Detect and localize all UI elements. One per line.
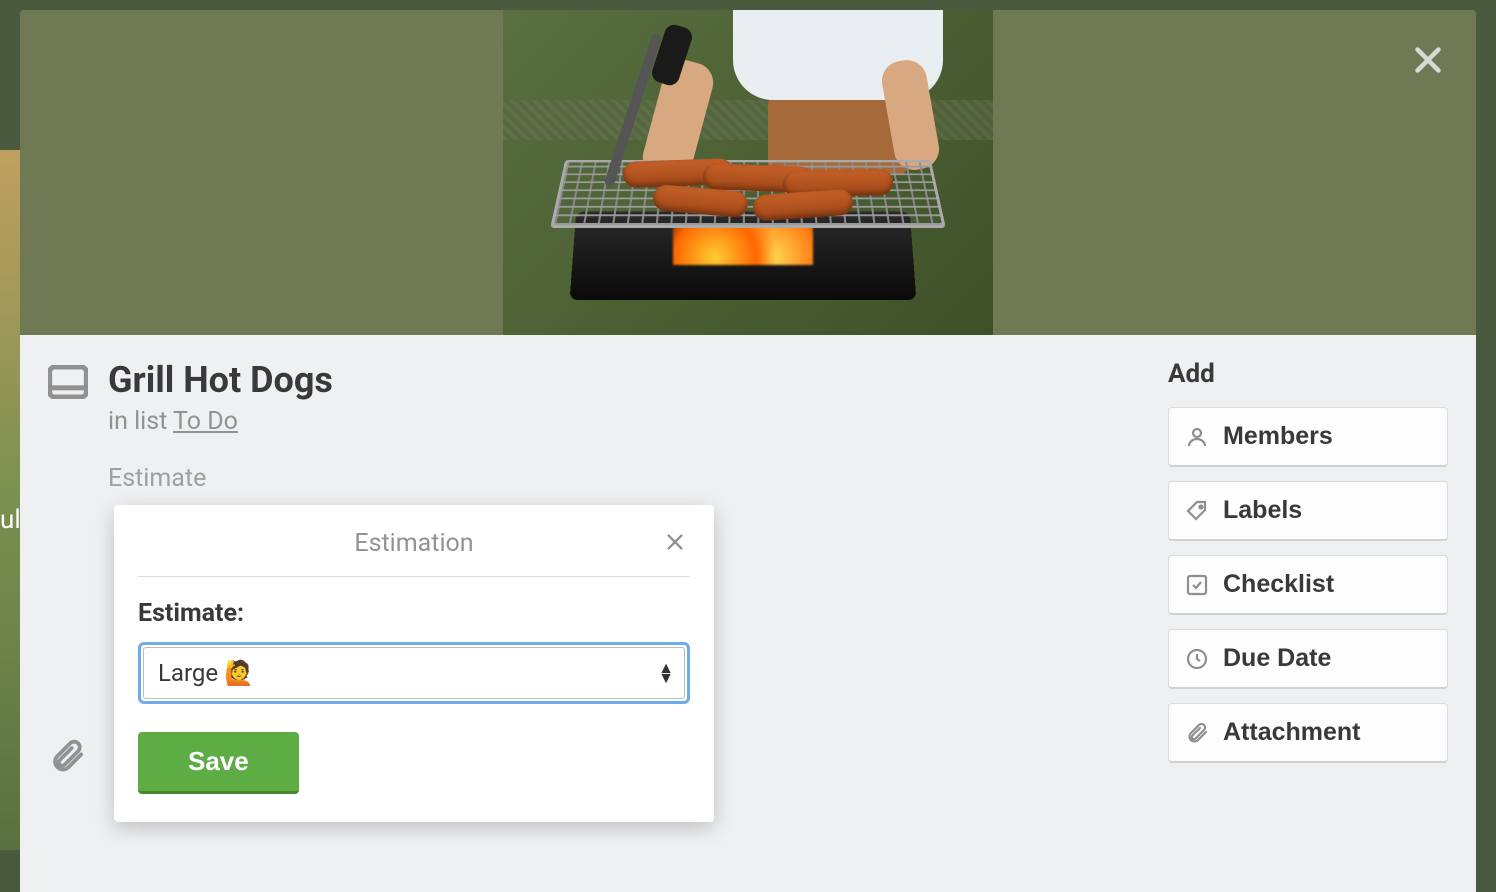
save-button[interactable]: Save — [138, 732, 299, 794]
attachment-label: Attachment — [1223, 718, 1361, 747]
card-title[interactable]: Grill Hot Dogs — [108, 359, 333, 401]
checklist-label: Checklist — [1223, 570, 1334, 599]
due-date-label: Due Date — [1223, 644, 1331, 673]
card-icon — [48, 365, 88, 401]
estimation-popover: Estimation Estimate: Large 🙋 ▲▼ Save — [114, 505, 714, 822]
estimate-field-label: Estimate: — [138, 599, 690, 628]
popover-title: Estimation — [354, 529, 473, 558]
tag-icon — [1185, 499, 1209, 523]
popover-close-button[interactable] — [664, 531, 686, 558]
background-photo-strip — [0, 150, 20, 850]
select-arrows-icon: ▲▼ — [658, 663, 674, 683]
clock-icon — [1185, 647, 1209, 671]
paperclip-icon — [1185, 721, 1209, 745]
in-list-prefix: in list — [108, 407, 173, 436]
labels-button[interactable]: Labels — [1168, 481, 1448, 541]
person-icon — [1185, 425, 1209, 449]
sidebar-add-heading: Add — [1168, 359, 1448, 389]
checklist-button[interactable]: Checklist — [1168, 555, 1448, 615]
estimate-select-wrap: Large 🙋 ▲▼ — [138, 642, 690, 704]
list-link[interactable]: To Do — [173, 407, 238, 436]
list-reference: in list To Do — [108, 407, 1144, 436]
members-button[interactable]: Members — [1168, 407, 1448, 467]
cover-image — [503, 10, 993, 335]
sidebar: Add Members Labels — [1168, 359, 1448, 892]
estimate-section-label: Estimate — [108, 464, 1144, 493]
estimate-select[interactable]: Large 🙋 ▲▼ — [143, 647, 685, 699]
background-text-fragment: ul — [0, 505, 20, 535]
checklist-icon — [1185, 573, 1209, 597]
members-label: Members — [1223, 422, 1333, 451]
due-date-button[interactable]: Due Date — [1168, 629, 1448, 689]
attachment-button[interactable]: Attachment — [1168, 703, 1448, 763]
labels-label: Labels — [1223, 496, 1302, 525]
cover-area[interactable] — [20, 10, 1476, 335]
estimate-selected-value: Large 🙋 — [158, 659, 254, 687]
close-modal-button[interactable] — [1410, 42, 1446, 82]
popover-header: Estimation — [138, 519, 690, 577]
attachment-icon — [48, 737, 88, 779]
